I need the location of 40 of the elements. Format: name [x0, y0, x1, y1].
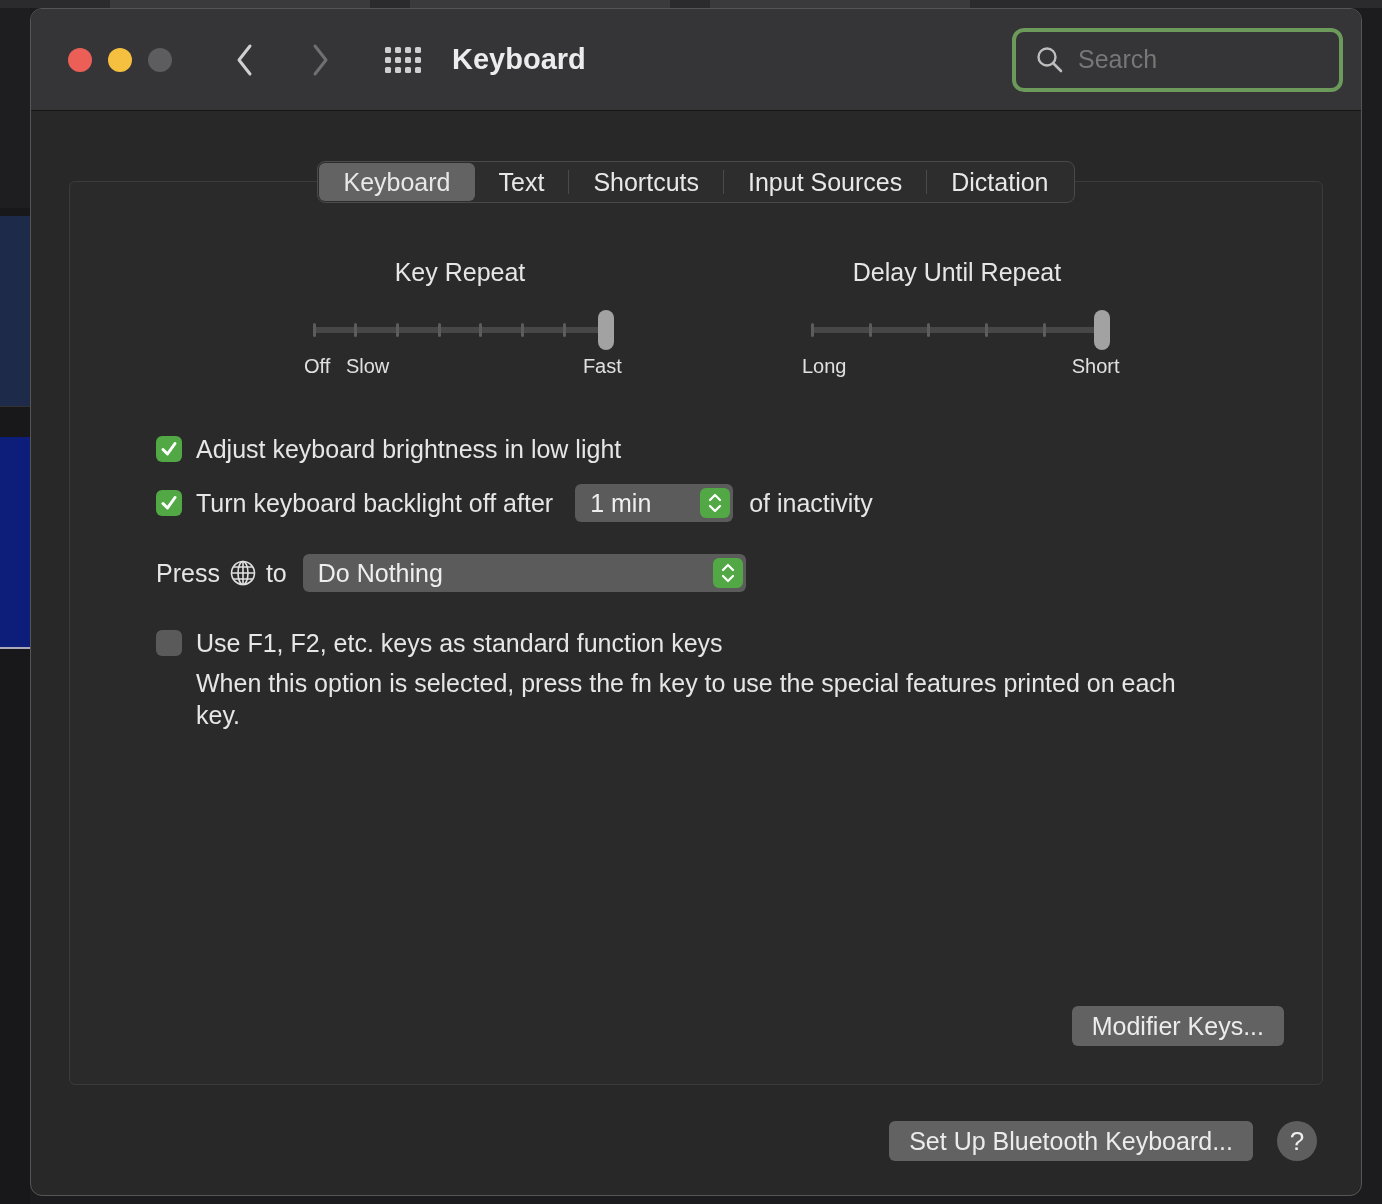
bluetooth-setup-button[interactable]: Set Up Bluetooth Keyboard... [889, 1121, 1253, 1161]
search-icon [1036, 45, 1064, 74]
tab[interactable]: Dictation [927, 163, 1073, 201]
checkbox-label: Turn keyboard backlight off after [196, 488, 554, 518]
option-label: of inactivity [749, 488, 873, 518]
checkbox-label: Adjust keyboard brightness in low light [196, 434, 622, 464]
tab[interactable]: Input Sources [724, 163, 927, 201]
checkbox-label: Use F1, F2, etc. keys as standard function keys [196, 628, 723, 658]
window-title: Keyboard [452, 43, 586, 76]
slider-label: Long [802, 355, 847, 378]
search-field[interactable]: Search [1012, 27, 1343, 92]
grid-icon[interactable] [384, 45, 422, 74]
help-button[interactable]: ? [1277, 1121, 1317, 1161]
globe-icon [229, 560, 256, 586]
option-description: When this option is selected, press the fn key to use the special features printed on each key. [196, 668, 1177, 731]
stepper-icon [700, 488, 731, 518]
slider-title: Key Repeat [394, 258, 526, 287]
checkbox[interactable] [156, 490, 182, 516]
slider-label: Slow [345, 355, 390, 378]
checkbox[interactable] [156, 436, 182, 462]
tab[interactable]: Keyboard [319, 163, 475, 201]
tab[interactable]: Text [474, 163, 569, 201]
modifier-keys-button[interactable]: Modifier Keys... [1071, 1006, 1284, 1046]
popup-button[interactable]: 1 min [575, 484, 734, 522]
checkmark-icon [159, 493, 179, 513]
slider-label: Off [304, 355, 331, 378]
option-label: Press [156, 558, 220, 588]
slider-title: Delay Until Repeat [852, 258, 1062, 287]
slider-label: Short [1071, 355, 1120, 378]
popup-button[interactable]: Do Nothing [302, 554, 746, 592]
stepper-icon [712, 558, 743, 588]
close-button[interactable] [68, 47, 92, 72]
checkmark-icon [159, 439, 179, 459]
option-label: to [265, 558, 287, 588]
minimize-button[interactable] [108, 47, 132, 72]
slider-thumb[interactable] [598, 310, 614, 350]
slider-label: Fast [582, 355, 622, 378]
checkbox[interactable] [156, 630, 182, 656]
tab[interactable]: Shortcuts [569, 163, 723, 201]
slider-thumb[interactable] [1094, 310, 1110, 350]
